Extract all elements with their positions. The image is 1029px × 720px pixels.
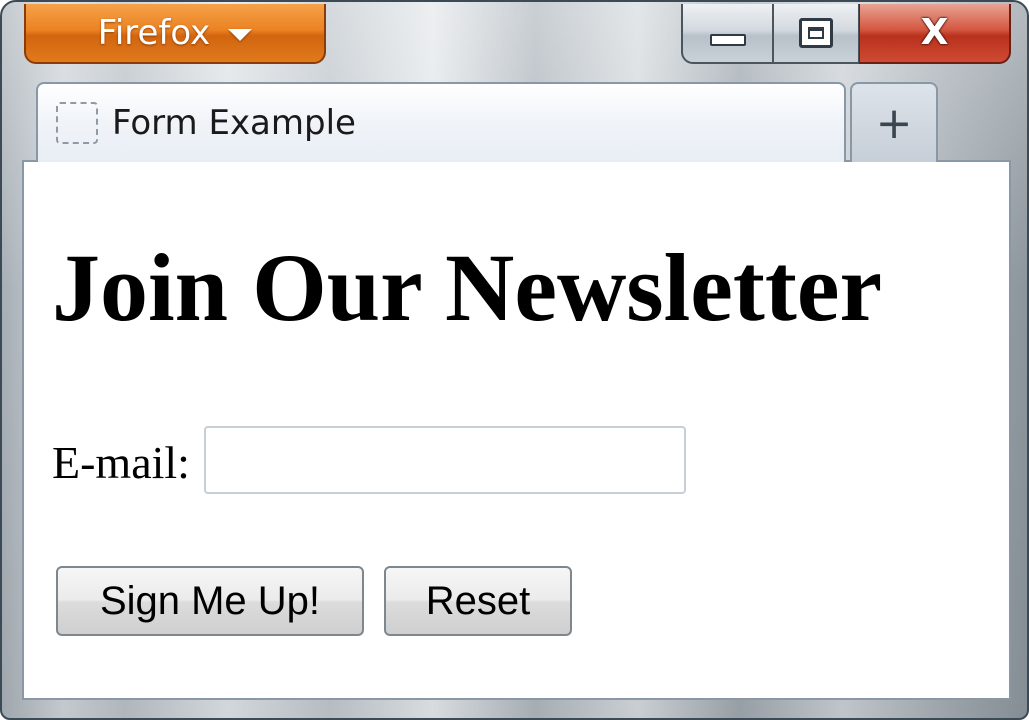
tab-form-example[interactable]: Form Example bbox=[36, 82, 846, 162]
dropdown-arrow-icon bbox=[228, 29, 253, 41]
email-field[interactable] bbox=[204, 426, 686, 494]
maximize-icon bbox=[799, 18, 833, 48]
window-controls: X bbox=[681, 4, 1011, 64]
reset-button[interactable]: Reset bbox=[384, 566, 572, 636]
browser-window: Firefox X Form Example + Join Our Newsle… bbox=[0, 0, 1029, 720]
new-tab-button[interactable]: + bbox=[850, 82, 938, 162]
close-button[interactable]: X bbox=[859, 4, 1011, 64]
sign-me-up-button[interactable]: Sign Me Up! bbox=[56, 566, 364, 636]
firefox-menu-label: Firefox bbox=[97, 13, 211, 53]
tab-title: Form Example bbox=[112, 103, 356, 143]
maximize-button[interactable] bbox=[773, 4, 859, 64]
close-icon: X bbox=[920, 12, 949, 53]
plus-icon: + bbox=[875, 97, 913, 149]
minimize-button[interactable] bbox=[681, 4, 773, 64]
page-title: Join Our Newsletter bbox=[52, 234, 883, 341]
page-content: Join Our Newsletter E-mail: Sign Me Up! … bbox=[22, 160, 1011, 700]
minimize-icon bbox=[709, 34, 746, 46]
firefox-menu-button[interactable]: Firefox bbox=[24, 4, 326, 64]
email-label: E-mail: bbox=[52, 437, 190, 488]
blank-page-icon bbox=[56, 102, 98, 144]
